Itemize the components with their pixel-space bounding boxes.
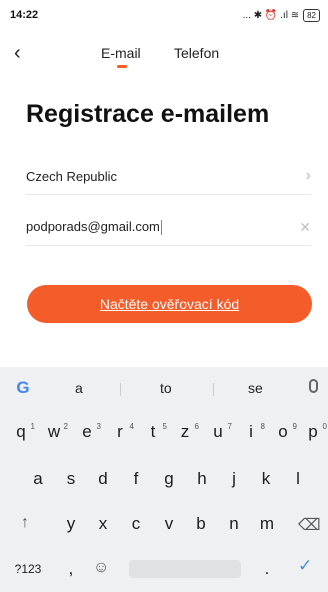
key-o[interactable]: o9: [272, 420, 297, 444]
key-comma[interactable]: ,: [60, 557, 82, 581]
key-r[interactable]: r4: [109, 420, 134, 444]
key-v[interactable]: v: [158, 512, 180, 536]
key-s[interactable]: s: [60, 467, 82, 491]
get-code-button[interactable]: Načtěte ověřovací kód: [27, 285, 312, 323]
mic-icon[interactable]: [309, 379, 318, 393]
battery-icon: 82: [303, 8, 320, 22]
chevron-right-icon: ›: [305, 167, 311, 184]
key-t[interactable]: t5: [142, 420, 167, 444]
key-k[interactable]: k: [255, 467, 277, 491]
key-n[interactable]: n: [223, 512, 245, 536]
shift-icon[interactable]: ↑: [21, 514, 29, 532]
email-text: podporads@gmail.com: [26, 218, 160, 234]
symbols-key[interactable]: ?123: [11, 557, 45, 581]
key-u[interactable]: u7: [207, 420, 232, 444]
spacebar[interactable]: [129, 560, 241, 578]
emoji-icon[interactable]: ☺: [93, 559, 109, 577]
key-b[interactable]: b: [190, 512, 212, 536]
done-check-icon[interactable]: ✓: [298, 556, 312, 576]
keyboard: G a to se q1 w2 e3 r4 t5 z6 u7 i8 o9 p0 …: [0, 367, 328, 592]
text-cursor: [160, 220, 162, 236]
key-i[interactable]: i8: [240, 420, 265, 444]
key-z[interactable]: z6: [174, 420, 199, 444]
key-f[interactable]: f: [125, 467, 147, 491]
clear-icon[interactable]: ✕: [299, 219, 311, 236]
tab-email[interactable]: E-mail: [101, 45, 141, 61]
suggestion-bar: G a to se: [0, 367, 328, 410]
suggestion-3[interactable]: se: [248, 380, 263, 396]
email-value: podporads@gmail.com: [26, 218, 162, 236]
suggestion-2[interactable]: to: [160, 380, 172, 396]
status-indicators: ... ✱ ⏰ .ıl ≋: [242, 9, 300, 21]
country-value: Czech Republic: [26, 168, 118, 184]
key-e[interactable]: e3: [76, 420, 101, 444]
status-icons: ... ✱ ⏰ .ıl ≋ 82: [242, 8, 320, 22]
key-m[interactable]: m: [256, 512, 278, 536]
status-time: 14:22: [10, 9, 39, 21]
back-icon[interactable]: ‹: [14, 42, 21, 65]
backspace-icon[interactable]: ⌫: [298, 515, 321, 535]
divider: [213, 383, 214, 396]
key-period[interactable]: .: [256, 557, 278, 581]
key-p[interactable]: p0: [302, 420, 327, 444]
get-code-label: Načtěte ověřovací kód: [99, 296, 240, 312]
key-g[interactable]: g: [158, 467, 180, 491]
key-w[interactable]: w2: [43, 420, 68, 444]
key-c[interactable]: c: [125, 512, 147, 536]
status-bar: 14:22 ... ✱ ⏰ .ıl ≋ 82: [0, 0, 328, 30]
country-selector[interactable]: Czech Republic ›: [26, 158, 311, 195]
key-q[interactable]: q1: [10, 420, 35, 444]
key-a[interactable]: a: [27, 467, 49, 491]
suggestion-1[interactable]: a: [75, 380, 83, 396]
google-icon[interactable]: G: [13, 378, 33, 398]
key-l[interactable]: l: [287, 467, 309, 491]
key-x[interactable]: x: [92, 512, 114, 536]
key-j[interactable]: j: [223, 467, 245, 491]
key-h[interactable]: h: [191, 467, 213, 491]
top-navigation: ‹ E-mail Telefon: [0, 36, 328, 72]
key-y[interactable]: y: [60, 512, 82, 536]
email-field[interactable]: podporads@gmail.com ✕: [26, 209, 311, 246]
active-tab-indicator: [117, 65, 127, 68]
page-title: Registrace e-mailem: [26, 100, 270, 128]
tab-phone[interactable]: Telefon: [174, 45, 219, 61]
key-d[interactable]: d: [92, 467, 114, 491]
divider: [120, 383, 121, 396]
